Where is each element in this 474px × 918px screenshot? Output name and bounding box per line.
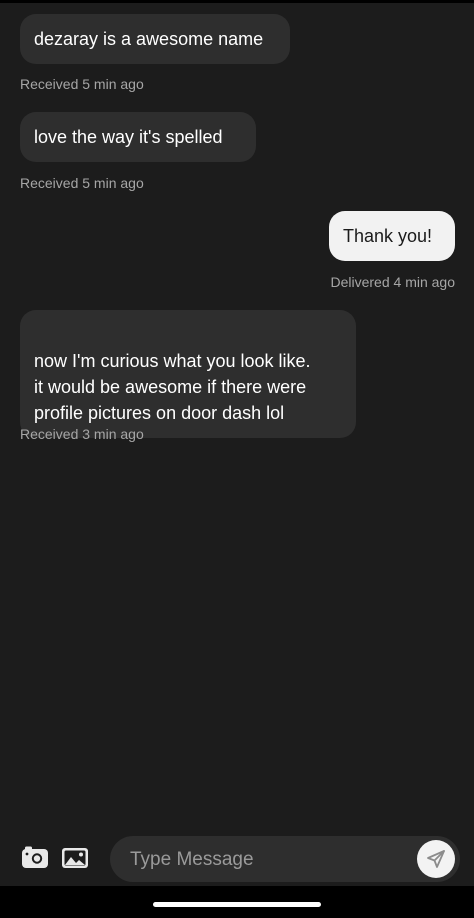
message-bubble-sent[interactable]: Thank you!: [329, 211, 455, 261]
chat-screen: dezaray is a awesome name Received 5 min…: [0, 0, 474, 918]
camera-icon[interactable]: [21, 846, 49, 870]
home-indicator-area: [0, 886, 474, 918]
status-bar-edge: [0, 0, 474, 3]
message-text: Thank you!: [343, 226, 433, 246]
message-text: love the way it's spelled: [34, 127, 223, 147]
message-status: Received 5 min ago: [20, 175, 144, 191]
message-text: dezaray is a awesome name: [34, 29, 264, 49]
message-status: Received 5 min ago: [20, 76, 144, 92]
message-text: now I'm curious what you look like. it w…: [34, 351, 311, 423]
message-bubble-received[interactable]: dezaray is a awesome name: [20, 14, 290, 64]
home-indicator[interactable]: [153, 902, 321, 907]
send-icon: [427, 850, 445, 868]
message-status: Delivered 4 min ago: [330, 274, 455, 290]
send-button[interactable]: [417, 840, 455, 878]
message-composer: [0, 830, 474, 886]
message-bubble-received[interactable]: love the way it's spelled: [20, 112, 256, 162]
message-input[interactable]: [128, 836, 412, 884]
message-input-container[interactable]: [110, 836, 460, 884]
message-status: Received 3 min ago: [20, 426, 144, 442]
message-bubble-received[interactable]: now I'm curious what you look like. it w…: [20, 310, 356, 438]
image-icon[interactable]: [61, 846, 89, 870]
